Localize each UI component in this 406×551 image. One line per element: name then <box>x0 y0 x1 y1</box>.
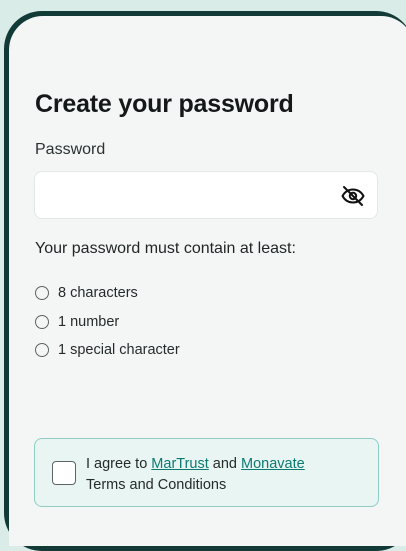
requirements-list: 8 characters 1 number 1 special characte… <box>35 279 180 365</box>
page-title: Create your password <box>35 90 294 118</box>
martrust-link[interactable]: MarTrust <box>151 456 208 472</box>
password-input[interactable] <box>47 172 341 220</box>
eye-off-icon[interactable] <box>341 184 365 208</box>
requirement-label: 1 number <box>58 313 120 330</box>
terms-text: I agree to MarTrust and Monavate Terms a… <box>86 454 356 496</box>
requirement-label: 8 characters <box>58 285 138 302</box>
requirement-status-icon <box>35 343 49 358</box>
terms-agreement-box: I agree to MarTrust and Monavate Terms a… <box>34 438 379 507</box>
password-label: Password <box>35 141 106 158</box>
requirement-status-icon <box>35 286 49 301</box>
password-field-container <box>34 171 378 220</box>
requirement-item: 8 characters <box>35 279 180 308</box>
terms-checkbox[interactable] <box>52 461 76 485</box>
requirement-item: 1 number <box>35 308 180 337</box>
requirement-status-icon <box>35 314 49 329</box>
requirement-label: 1 special character <box>58 342 180 359</box>
requirements-title: Your password must contain at least: <box>35 240 296 257</box>
monavate-link[interactable]: Monavate <box>241 456 305 472</box>
terms-suffix: Terms and Conditions <box>86 477 227 493</box>
terms-prefix: I agree to <box>86 456 148 472</box>
requirement-item: 1 special character <box>35 336 180 365</box>
terms-conjunction: and <box>212 456 237 472</box>
